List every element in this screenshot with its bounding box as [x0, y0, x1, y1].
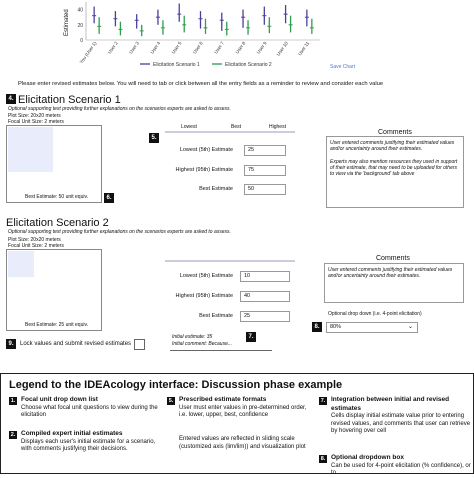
scenario1-best-caption: Best Estimate: 50 unit equiv.: [25, 194, 88, 200]
s2-lowest-label: Lowest (5th) Estimate: [179, 273, 233, 279]
legend-item-7-text: Cells display initial estimate value pri…: [331, 413, 471, 434]
badge-6: 6.: [104, 193, 114, 203]
s2-lowest-input[interactable]: 10: [240, 271, 290, 282]
s1-comments-title: Comments: [378, 129, 412, 136]
legend-item-1-title: Focal unit drop down list: [21, 396, 98, 403]
badge-9: 9.: [6, 339, 16, 349]
legend-item-7-title: Integration between initial and revised …: [331, 396, 450, 412]
lock-checkbox[interactable]: [134, 339, 145, 350]
s2-highest-input[interactable]: 40: [240, 291, 290, 302]
discussion-phase-screen: 40 20 0 You (User 1) User 2 User 3 User 4 User …: [0, 0, 474, 476]
chart-ytick-label: 40: [77, 8, 83, 14]
save-chart-link[interactable]: Save Chart: [330, 64, 355, 70]
scale-best-label: Best: [231, 124, 242, 130]
s1-best-label: Best Estimate: [199, 186, 233, 192]
scenario2-plot: Best Estimate: 25 unit equiv.: [6, 249, 102, 331]
badge-5: 5.: [149, 133, 159, 143]
chart-ytick-label: 20: [77, 23, 83, 29]
scale-track[interactable]: [165, 131, 295, 133]
chart-category-label: User 6: [192, 40, 204, 54]
legend-badge-5: 5.: [167, 397, 175, 405]
scenario2-best-caption: Best Estimate: 25 unit equiv.: [25, 322, 88, 328]
chart-legend-label: Elicitation Scenario 1: [153, 62, 200, 68]
chart-ylabel: Estimated: [64, 9, 70, 36]
legend-item-1-text: Choose what focal unit questions to view…: [21, 404, 158, 419]
legend-item-5: Prescribed estimate formats User must en…: [179, 396, 311, 420]
chart-legend-label: Elicitation Scenario 2: [225, 62, 272, 68]
legend-badge-7: 7.: [319, 397, 327, 405]
initial-estimate: Initial estimate: 35: [172, 334, 213, 340]
s1-comments-box[interactable]: User entered comments justifying their e…: [326, 136, 464, 208]
scenario1-title: Elicitation Scenario 1: [18, 94, 121, 106]
legend-item-2-text: Displays each user's initial estimate fo…: [21, 438, 156, 453]
dropdown-label: Optional drop down (i.e. 4-point elicita…: [328, 311, 422, 317]
legend-item-5-text: User must enter values in pre-determined…: [179, 404, 307, 419]
confidence-dropdown[interactable]: 80% ⌄: [326, 322, 418, 333]
legend-item-1: Focal unit drop down list Choose what fo…: [21, 396, 161, 420]
s1-lowest-input[interactable]: 25: [244, 145, 286, 156]
lock-label: Lock values and submit revised estimates: [20, 341, 132, 347]
chart-category-label: User 4: [149, 40, 161, 54]
scenario1-scale: Lowest Best Highest: [165, 124, 295, 134]
scenario1-support: Optional supporting text providing furth…: [8, 106, 231, 112]
chart-category-label: User 8: [235, 40, 247, 54]
s2-comments-box[interactable]: User entered comments justifying their e…: [324, 263, 464, 303]
legend-item-5-title: Prescribed estimate formats: [179, 396, 267, 403]
chevron-down-icon: ⌄: [407, 324, 413, 330]
s1-highest-label: Highest (95th) Estimate: [175, 167, 233, 173]
legend-item-8-title: Optional dropdown box: [331, 454, 404, 461]
chart-category-label: User 11: [297, 40, 310, 56]
s2-scale-track[interactable]: [165, 260, 295, 262]
legend-badge-2: 2.: [9, 431, 17, 439]
chart-category-label: User 10: [276, 40, 290, 56]
scenario2-plot-fill: [8, 251, 34, 277]
chart-category-label: User 3: [128, 40, 140, 54]
s1-best-input[interactable]: 50: [244, 184, 286, 195]
scale-highest-label: Highest: [269, 124, 286, 130]
badge-4: 4.: [6, 94, 16, 104]
scenario2-title: Elicitation Scenario 2: [6, 217, 109, 229]
chart-ytick-label: 0: [80, 38, 83, 44]
legend-panel: Legend to the IDEAcology interface: Disc…: [0, 373, 474, 476]
s2-comments-title: Comments: [376, 255, 410, 262]
chart-category-label: User 7: [213, 40, 225, 54]
estimates-chart-svg: 40200You (User 1) User 2 User 3 User 4 User …: [77, 2, 320, 68]
chart-category-label: User 5: [171, 40, 183, 54]
chart-category-label: User 9: [256, 40, 268, 54]
scenario2-support: Optional supporting text providing furth…: [8, 229, 231, 235]
legend-badge-1: 1.: [9, 397, 17, 405]
s2-best-label: Best Estimate: [199, 313, 233, 319]
initial-underline: [170, 350, 272, 351]
legend-item-7: Integration between initial and revised …: [331, 396, 471, 436]
scale-lowest-label: Lowest: [181, 124, 197, 130]
instruction-text: Please enter revised estimates below. Yo…: [18, 81, 384, 87]
legend-item-5b-text: Entered values are reflected in sliding …: [179, 436, 306, 450]
s2-best-input[interactable]: 25: [240, 311, 290, 322]
s1-highest-input[interactable]: 75: [244, 165, 286, 176]
scenario1-plot-fill: [8, 127, 53, 172]
s1-lowest-label: Lowest (5th) Estimate: [179, 147, 233, 153]
s1-comments-text: User entered comments justifying their e…: [330, 140, 455, 152]
badge-7: 7.: [246, 332, 256, 342]
legend-item-2-title: Compiled expert initial estimates: [21, 430, 123, 437]
badge-8: 8.: [312, 322, 322, 332]
initial-comment: Initial comment: Because...: [172, 341, 233, 347]
s2-highest-label: Highest (95th) Estimate: [175, 293, 233, 299]
dropdown-value: 80%: [330, 324, 342, 330]
legend-item-2: Compiled expert initial estimates Displa…: [21, 430, 161, 454]
s1-comments-text2: Experts may also mention resources they …: [330, 159, 458, 177]
legend-badge-8: 8.: [319, 455, 327, 463]
chart-category-label: User 2: [107, 40, 119, 54]
legend-item-5b: Entered values are reflected in sliding …: [179, 436, 311, 451]
legend-title: Legend to the IDEAcology interface: Disc…: [9, 379, 343, 391]
scenario1-plot: Best Estimate: 50 unit equiv.: [6, 125, 102, 203]
estimates-chart: 40 20 0 You (User 1) User 2 User 3 User 4 User …: [60, 0, 340, 72]
s2-comments-text: User entered comments justifying their e…: [328, 267, 453, 279]
